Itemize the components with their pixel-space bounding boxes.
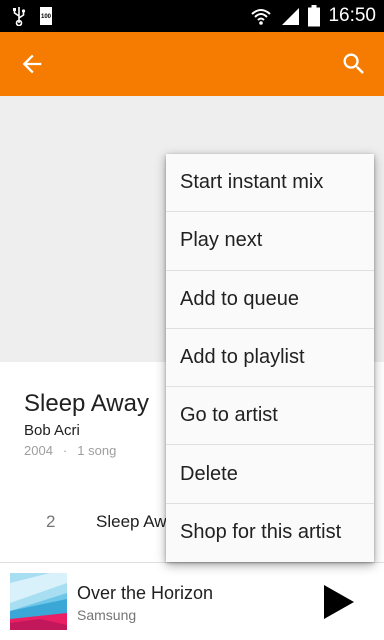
play-icon[interactable]	[322, 583, 356, 621]
context-menu: Start instant mix Play next Add to queue…	[166, 154, 374, 562]
clock: 16:50	[328, 5, 376, 26]
usb-icon	[13, 7, 26, 26]
menu-item-shop-for-this-artist[interactable]: Shop for this artist	[166, 504, 374, 562]
menu-item-add-to-playlist[interactable]: Add to playlist	[166, 329, 374, 388]
search-icon[interactable]	[340, 50, 368, 78]
status-bar: 100 16:50	[0, 0, 384, 32]
arrow-back-icon[interactable]	[18, 50, 46, 78]
album-info: Sleep Away Bob Acri 2004 · 1 song	[24, 388, 149, 458]
album-year: 2004	[24, 443, 53, 458]
album-meta: 2004 · 1 song	[24, 443, 149, 458]
track-number: 2	[46, 512, 56, 531]
now-playing-artist: Samsung	[77, 607, 137, 623]
album-artist: Bob Acri	[24, 422, 80, 439]
signal-icon	[282, 8, 300, 25]
wifi-icon	[251, 9, 272, 25]
album-song-count: 1 song	[77, 443, 117, 458]
meta-separator: ·	[62, 443, 68, 458]
menu-item-add-to-queue[interactable]: Add to queue	[166, 271, 374, 329]
now-playing-album-art[interactable]	[10, 573, 67, 630]
now-playing-title: Over the Horizon	[77, 583, 214, 603]
battery-icon	[308, 5, 321, 27]
menu-item-go-to-artist[interactable]: Go to artist	[166, 387, 374, 446]
app-bar	[0, 32, 384, 96]
menu-item-play-next[interactable]: Play next	[166, 212, 374, 271]
now-playing-bar[interactable]: Over the Horizon Samsung	[0, 563, 384, 640]
menu-item-start-instant-mix[interactable]: Start instant mix	[166, 154, 374, 213]
album-title: Sleep Away	[24, 390, 149, 417]
battery-small-icon: 100	[40, 7, 52, 25]
menu-item-delete[interactable]: Delete	[166, 445, 374, 504]
